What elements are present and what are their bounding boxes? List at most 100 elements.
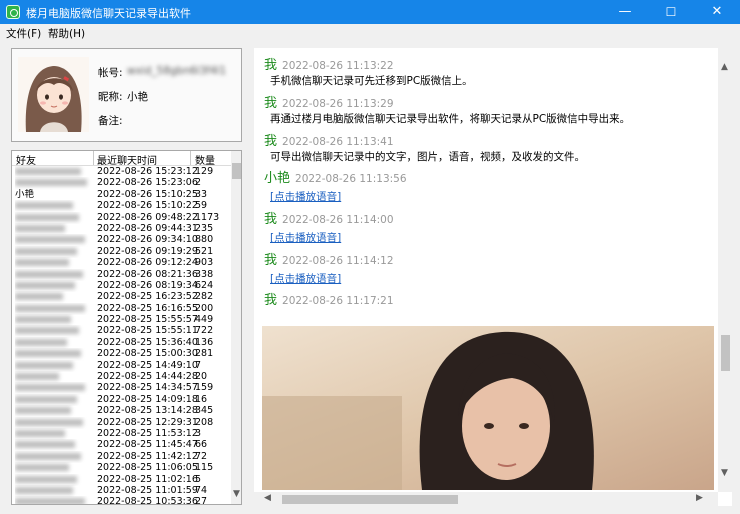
friend-row[interactable]: 2022-08-26 15:10:22 59	[12, 200, 231, 211]
redacted-name	[15, 498, 85, 504]
friend-row[interactable]: 2022-08-26 09:44:31 235	[12, 223, 231, 234]
menu-help[interactable]: 帮助(H)	[48, 26, 85, 41]
friend-last-chat-time: 2022-08-25 14:44:28	[97, 371, 198, 383]
remark-label: 备注:	[98, 115, 123, 127]
column-header-count[interactable]: 数量	[195, 152, 215, 167]
maximize-button[interactable]: ☐	[648, 0, 694, 24]
friend-row[interactable]: 2022-08-25 13:14:28 345	[12, 405, 231, 416]
friend-row[interactable]: 2022-08-25 15:36:40 136	[12, 337, 231, 348]
friend-message-count: 281	[195, 348, 214, 360]
message-sender: 我	[264, 253, 278, 268]
friend-message-count: 27	[195, 496, 208, 505]
friend-message-count: 235	[195, 222, 214, 234]
friend-row[interactable]: 2022-08-26 09:34:10 880	[12, 234, 231, 245]
friend-message-count: 208	[195, 416, 214, 428]
friend-message-count: 7	[195, 359, 202, 371]
friend-row[interactable]: 2022-08-25 11:06:05 115	[12, 462, 231, 473]
friend-row[interactable]: 2022-08-25 11:53:12 3	[12, 428, 231, 439]
friend-list-scrollbar[interactable]: ▼	[231, 151, 241, 504]
chevron-up-icon[interactable]: ▲	[721, 62, 728, 72]
close-button[interactable]: ✕	[694, 0, 740, 24]
redacted-name	[15, 327, 79, 335]
friend-last-chat-time: 2022-08-25 11:06:05	[97, 462, 198, 474]
redacted-name	[15, 168, 81, 175]
friend-last-chat-time: 2022-08-25 16:16:55	[97, 302, 198, 314]
play-voice-link[interactable]: [点击播放语音]	[270, 271, 341, 286]
redacted-name	[15, 486, 73, 494]
friend-row[interactable]: 小艳 2022-08-26 15:10:25 33	[12, 189, 231, 200]
friend-row[interactable]: 2022-08-25 11:45:47 66	[12, 439, 231, 450]
chat-vertical-scroll-thumb[interactable]	[721, 335, 730, 371]
message-text: 手机微信聊天记录可先迁移到PC版微信上。	[270, 75, 473, 87]
friend-row[interactable]: 2022-08-25 14:34:57 159	[12, 382, 231, 393]
friend-last-chat-time: 2022-08-26 08:19:34	[97, 279, 198, 291]
friend-last-chat-time: 2022-08-26 15:10:25	[97, 188, 198, 200]
friend-row[interactable]: 2022-08-25 15:55:57 449	[12, 314, 231, 325]
friend-list[interactable]: 好友 最近聊天时间 数量 2022-08-26 15:23:12 129 2022-…	[11, 150, 242, 505]
friend-row[interactable]: 2022-08-26 08:19:34 624	[12, 280, 231, 291]
friend-row[interactable]: 2022-08-26 15:23:06 2	[12, 177, 231, 188]
chevron-down-icon[interactable]: ▼	[233, 489, 240, 499]
friend-last-chat-time: 2022-08-26 08:21:36	[97, 268, 198, 280]
message-sender: 我	[264, 212, 278, 227]
friend-row[interactable]: 2022-08-25 16:16:55 200	[12, 303, 231, 314]
chat-horizontal-scrollbar[interactable]: ◀ ▶	[254, 492, 718, 506]
profile-panel: 帐号: wxid_58gbn6l3f4l1 昵称: 小艳 备注:	[11, 48, 242, 142]
friend-row[interactable]: 2022-08-25 11:02:16 5	[12, 474, 231, 485]
redacted-name	[15, 179, 87, 187]
friend-last-chat-time: 2022-08-25 15:55:11	[97, 325, 198, 337]
friend-message-count: 5	[195, 473, 202, 485]
friend-row[interactable]: 2022-08-25 14:49:10 7	[12, 360, 231, 371]
friend-row[interactable]: 2022-08-26 09:19:29 521	[12, 246, 231, 257]
friend-rows: 2022-08-26 15:23:12 129 2022-08-26 15:23:0…	[12, 166, 231, 505]
friend-list-scroll-thumb[interactable]	[232, 163, 241, 179]
friend-message-count: 74	[195, 484, 208, 496]
message-text: 可导出微信聊天记录中的文字，图片，语音，视频，及收发的文件。	[270, 151, 585, 163]
redacted-name	[15, 384, 85, 392]
friend-row[interactable]: 2022-08-25 15:55:11 722	[12, 325, 231, 336]
friend-message-count: 1173	[195, 211, 220, 223]
chevron-down-icon[interactable]: ▼	[721, 468, 728, 478]
friend-last-chat-time: 2022-08-25 14:34:57	[97, 382, 198, 394]
friend-row[interactable]: 2022-08-25 11:01:59 74	[12, 485, 231, 496]
column-header-time[interactable]: 最近聊天时间	[97, 152, 157, 167]
redacted-name	[15, 464, 69, 472]
message-sender: 小艳	[264, 171, 291, 186]
message-time: 2022-08-26 11:13:29	[282, 98, 394, 110]
redacted-name	[15, 429, 65, 437]
chat-horizontal-scroll-thumb[interactable]	[282, 495, 458, 504]
friend-last-chat-time: 2022-08-25 13:14:28	[97, 405, 198, 417]
friend-last-chat-time: 2022-08-25 15:55:57	[97, 314, 198, 326]
friend-row[interactable]: 2022-08-25 12:29:31 208	[12, 417, 231, 428]
friend-row[interactable]: 2022-08-25 14:44:28 20	[12, 371, 231, 382]
friend-last-chat-time: 2022-08-26 09:19:29	[97, 245, 198, 257]
friend-message-count: 16	[195, 393, 208, 405]
play-voice-link[interactable]: [点击播放语音]	[270, 189, 341, 204]
friend-last-chat-time: 2022-08-26 09:34:10	[97, 234, 198, 246]
chevron-left-icon[interactable]: ◀	[264, 493, 271, 503]
redacted-name	[15, 373, 59, 381]
friend-row[interactable]: 2022-08-26 08:21:36 338	[12, 269, 231, 280]
message-header: 我 2022-08-26 11:14:00	[264, 208, 394, 227]
chevron-right-icon[interactable]: ▶	[696, 493, 703, 503]
message-sender: 我	[264, 96, 278, 111]
redacted-name	[15, 475, 77, 483]
friend-message-count: 722	[195, 325, 214, 337]
friend-row[interactable]: 2022-08-26 09:48:22 1173	[12, 212, 231, 223]
message-time: 2022-08-26 11:14:00	[282, 214, 394, 226]
account-value: wxid_58gbn6l3f4l1	[127, 65, 227, 77]
friend-row[interactable]: 2022-08-25 16:23:52 282	[12, 291, 231, 302]
friend-row[interactable]: 2022-08-25 10:53:36 27	[12, 496, 231, 505]
friend-row[interactable]: 2022-08-25 11:42:12 72	[12, 451, 231, 462]
friend-row[interactable]: 2022-08-26 09:12:24 903	[12, 257, 231, 268]
menu-file[interactable]: 文件(F)	[6, 26, 41, 41]
redacted-name	[15, 452, 81, 460]
friend-row[interactable]: 2022-08-25 15:00:30 281	[12, 348, 231, 359]
friend-row[interactable]: 2022-08-26 15:23:12 129	[12, 166, 231, 177]
play-voice-link[interactable]: [点击播放语音]	[270, 230, 341, 245]
column-header-friend[interactable]: 好友	[16, 152, 36, 167]
chat-vertical-scrollbar[interactable]: ▲ ▼	[718, 48, 732, 492]
minimize-button[interactable]: —	[602, 0, 648, 24]
chat-image[interactable]	[262, 326, 714, 490]
friend-row[interactable]: 2022-08-25 14:09:18 16	[12, 394, 231, 405]
